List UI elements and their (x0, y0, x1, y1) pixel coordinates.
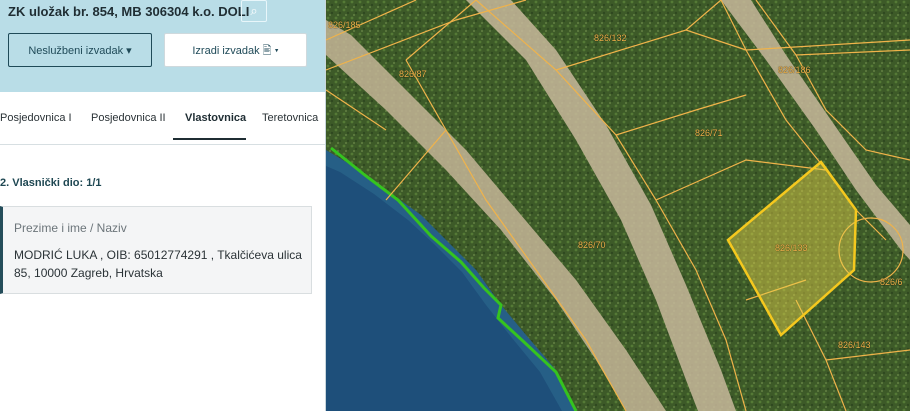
parcel-label-826-143: 826/143 (838, 340, 871, 350)
parcel-label-826-132: 826/132 (594, 33, 627, 43)
parcel-label-826-6: 826/6 (880, 277, 903, 287)
tab-teretovnica[interactable]: Teretovnica (262, 112, 318, 124)
parcel-label-826-71: 826/71 (695, 128, 723, 138)
tab-posjedovnica-2[interactable]: Posjedovnica II (91, 112, 166, 124)
tab-vlastovnica[interactable]: Vlastovnica (185, 112, 246, 124)
unofficial-extract-button[interactable]: Neslužbeni izvadak ▾ (8, 33, 152, 67)
parcel-label-826-185: 826/185 (328, 20, 361, 30)
search-icon: ⌕ (250, 3, 258, 18)
ownership-section-title: 2. Vlasnički dio: 1/1 (0, 177, 102, 189)
parcel-label-826-70: 826/70 (578, 240, 606, 250)
owner-value: MODRIĆ LUKA , OIB: 65012774291 , Tkalčić… (14, 248, 302, 280)
owner-label: Prezime i ime / Naziv (14, 221, 127, 235)
page-title: ZK uložak br. 854, MB 306304 k.o. DOLI (8, 4, 250, 19)
active-tab-indicator (173, 138, 246, 140)
parcel-label-826-87: 826/87 (399, 69, 427, 79)
owner-card: Prezime i ime / Naziv MODRIĆ LUKA , OIB:… (0, 206, 312, 294)
cadastral-map[interactable]: 826/185 826/87 826/132 826/186 826/71 82… (326, 0, 910, 411)
panel-header: ZK uložak br. 854, MB 306304 k.o. DOLI ⌕… (0, 0, 325, 92)
parcel-label-826-186: 826/186 (778, 65, 811, 75)
tabs-bar: Posjedovnica I Posjedovnica II Vlastovni… (0, 92, 325, 145)
parcel-label-826-133: 826/133 (775, 243, 808, 253)
create-extract-button[interactable]: Izradi izvadak 🖹 ▾ (164, 33, 307, 67)
map-canvas (326, 0, 910, 411)
search-button[interactable]: ⌕ (241, 0, 267, 22)
left-panel: ZK uložak br. 854, MB 306304 k.o. DOLI ⌕… (0, 0, 326, 411)
tab-posjedovnica-1[interactable]: Posjedovnica I (0, 112, 72, 124)
